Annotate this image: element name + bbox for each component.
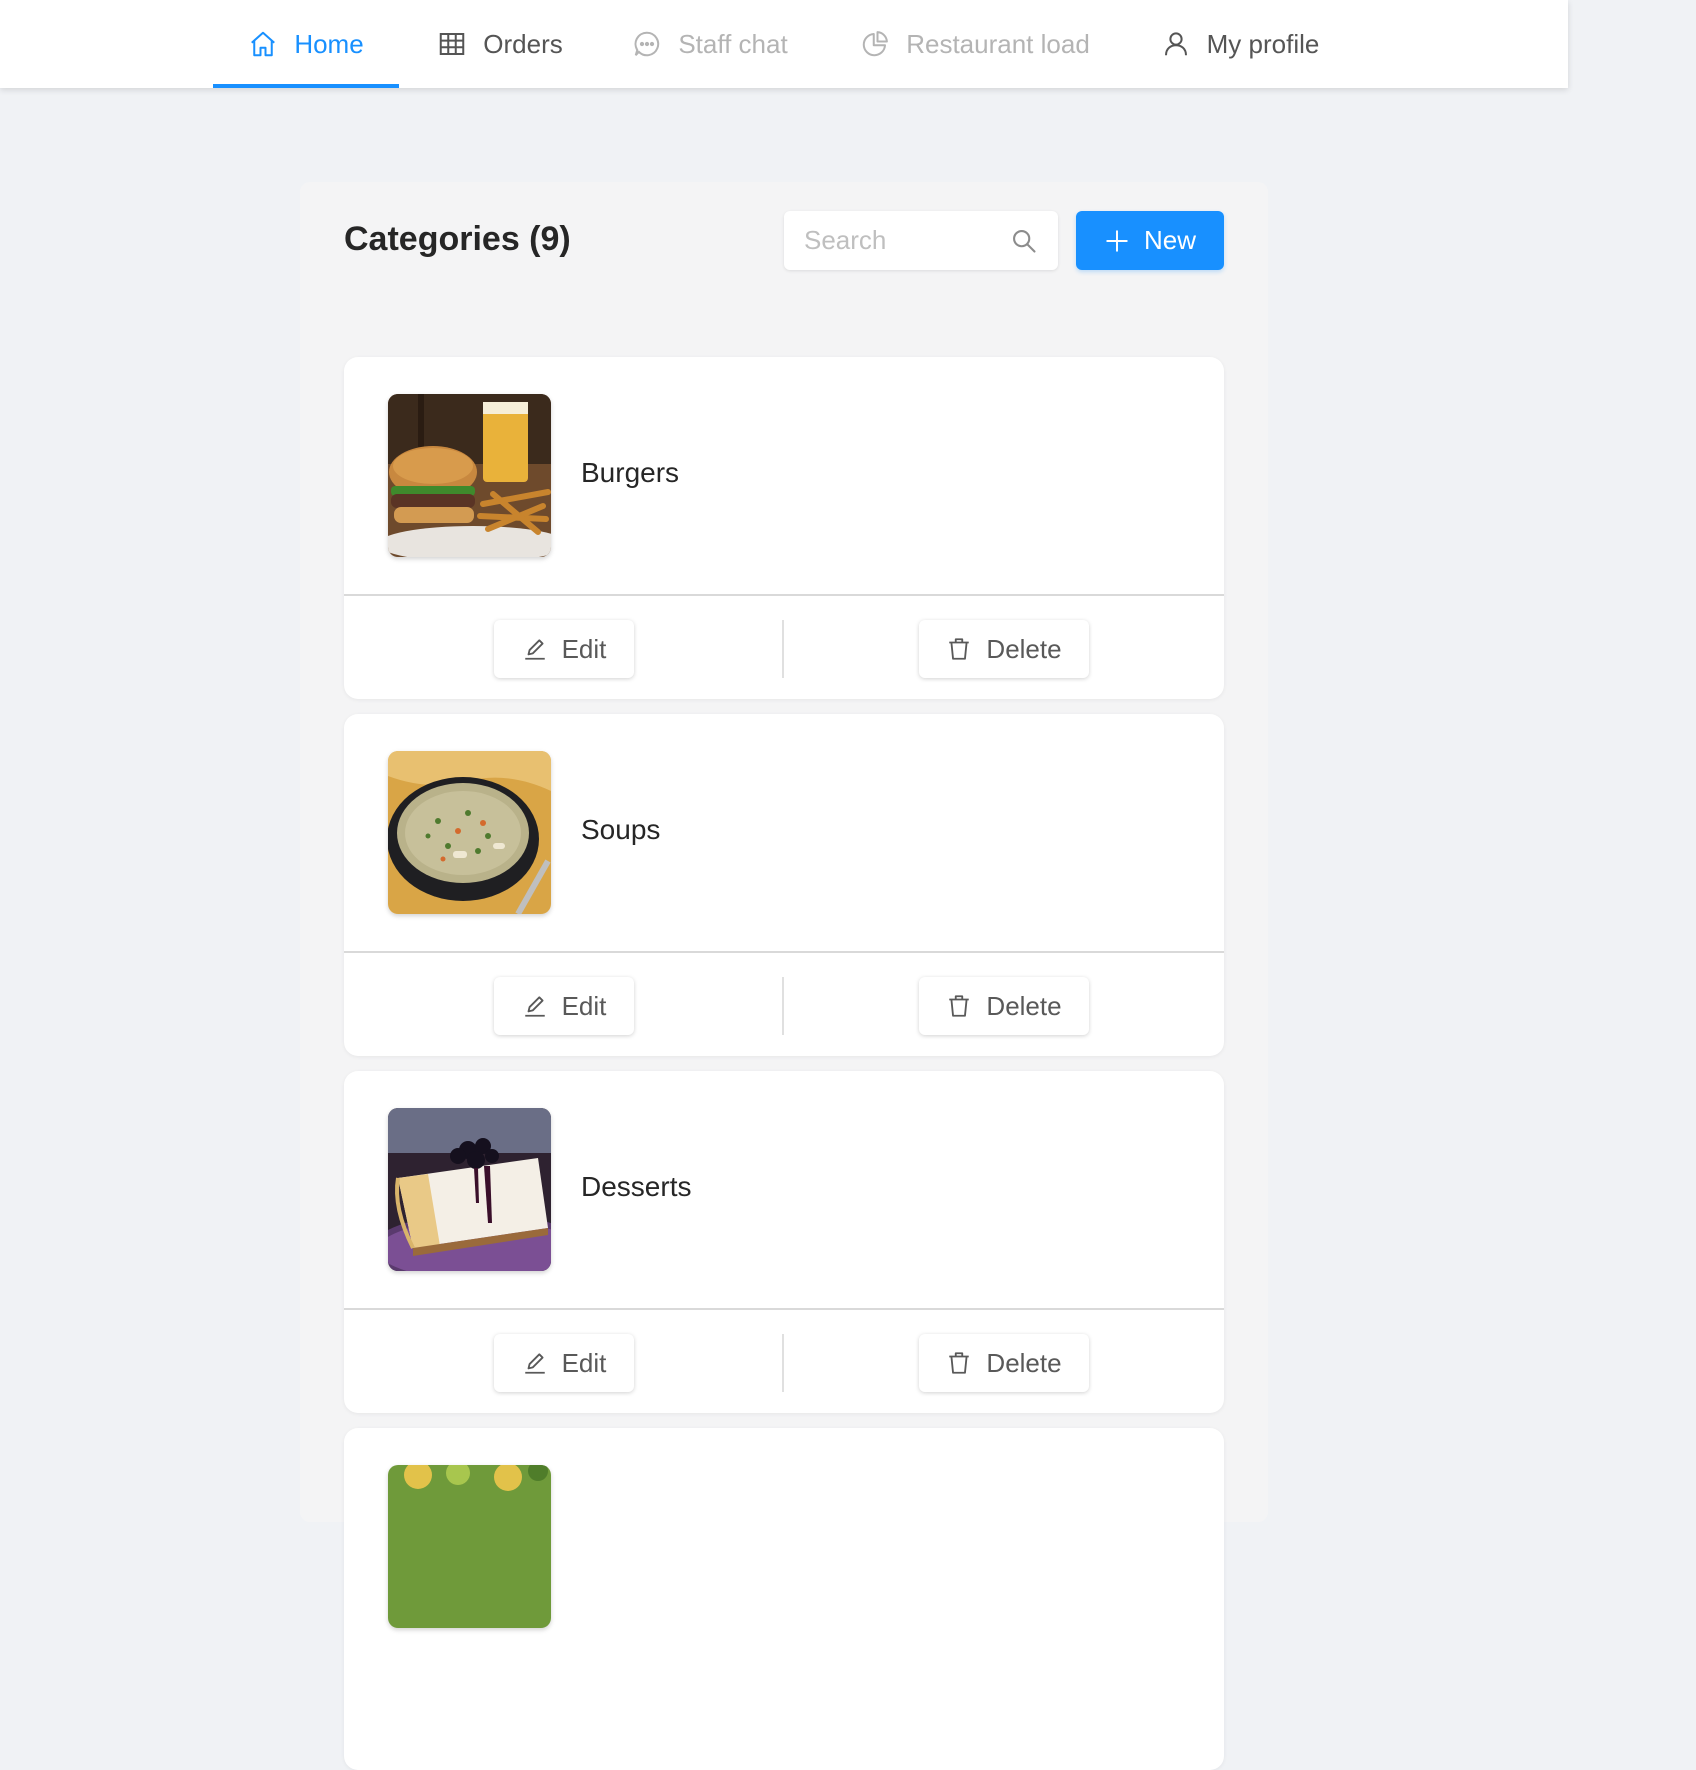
card-actions: Edit Delete	[344, 953, 1224, 1056]
burger-fries-photo	[388, 394, 551, 557]
salad-photo	[388, 1465, 551, 1628]
soup-bowl-photo	[388, 751, 551, 914]
pie-chart-icon	[860, 29, 890, 59]
action-separator	[782, 620, 784, 678]
action-separator	[782, 1334, 784, 1392]
user-icon	[1161, 29, 1191, 59]
action-separator	[782, 977, 784, 1035]
delete-button[interactable]: Delete	[919, 1334, 1089, 1392]
delete-button[interactable]: Delete	[919, 977, 1089, 1035]
trash-icon	[946, 636, 972, 662]
nav-item-restaurant-load[interactable]: Restaurant load	[845, 0, 1105, 88]
new-button-label: New	[1143, 225, 1196, 255]
edit-pencil-icon	[522, 1350, 548, 1376]
nav-item-orders[interactable]: Orders	[420, 0, 580, 88]
cheesecake-photo	[388, 1108, 551, 1271]
nav-item-my-profile[interactable]: My profile	[1145, 0, 1335, 88]
delete-button[interactable]: Delete	[919, 620, 1089, 678]
card-actions: Edit Delete	[344, 1310, 1224, 1413]
category-card-soups: Soups Edit Delete	[344, 714, 1224, 1056]
nav-item-staff-chat[interactable]: Staff chat	[615, 0, 805, 88]
plus-icon	[1104, 228, 1130, 254]
nav-item-label: Staff chat	[678, 28, 788, 59]
edit-label: Edit	[561, 1347, 607, 1378]
home-icon	[248, 29, 278, 59]
nav-item-label: Restaurant load	[906, 28, 1090, 59]
search-icon[interactable]	[1010, 227, 1038, 255]
nav-item-label: Home	[294, 28, 364, 59]
edit-button[interactable]: Edit	[494, 977, 634, 1035]
category-name: Burgers	[581, 457, 680, 488]
edit-pencil-icon	[522, 636, 548, 662]
card-actions: Edit Delete	[344, 596, 1224, 699]
edit-button[interactable]: Edit	[494, 620, 634, 678]
delete-label: Delete	[986, 1347, 1062, 1378]
trash-icon	[946, 1350, 972, 1376]
search-box	[784, 211, 1058, 270]
edit-label: Edit	[561, 990, 607, 1021]
categories-panel: Categories (9) New	[300, 182, 1268, 1770]
category-card-burgers: Burgers Edit Delete	[344, 357, 1224, 699]
new-category-button[interactable]: New	[1076, 211, 1224, 270]
edit-pencil-icon	[522, 993, 548, 1019]
category-card-desserts: Desserts Edit Delete	[344, 1071, 1224, 1413]
delete-label: Delete	[986, 633, 1062, 664]
category-name: Soups	[581, 814, 661, 845]
edit-label: Edit	[561, 633, 607, 664]
trash-icon	[946, 993, 972, 1019]
category-card-partial	[344, 1428, 1224, 1770]
nav-item-label: My profile	[1206, 28, 1320, 59]
delete-label: Delete	[986, 990, 1062, 1021]
table-grid-icon	[437, 29, 467, 59]
chat-bubble-icon	[632, 29, 662, 59]
nav-item-home[interactable]: Home	[213, 0, 399, 88]
top-navigation: Home Orders Staff chat Restaurant load M…	[0, 0, 1568, 88]
category-name: Desserts	[581, 1171, 692, 1202]
edit-button[interactable]: Edit	[494, 1334, 634, 1392]
page-title: Categories (9)	[344, 220, 571, 258]
nav-item-label: Orders	[483, 28, 563, 59]
search-input[interactable]	[804, 225, 1010, 256]
